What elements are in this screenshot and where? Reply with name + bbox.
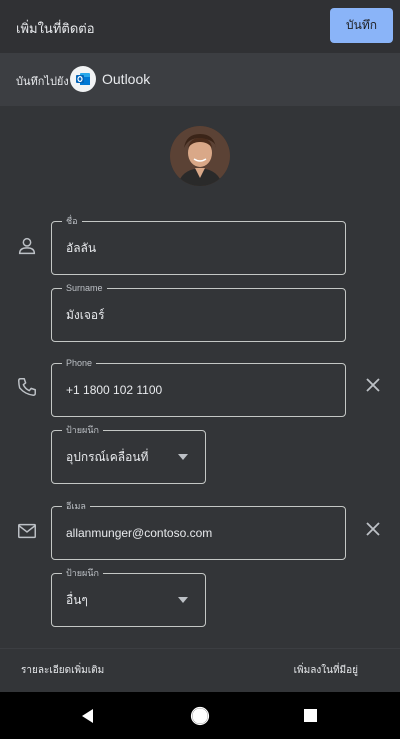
page-title: เพิ่มในที่ติดต่อ xyxy=(16,22,95,37)
email-icon xyxy=(16,520,38,546)
email-type-dropdown[interactable]: ป้ายผนึก อื่นๆ xyxy=(51,566,206,627)
email-value[interactable]: allanmunger@contoso.com xyxy=(66,507,212,559)
close-icon[interactable] xyxy=(362,374,384,396)
avatar[interactable] xyxy=(170,126,230,186)
first-name-value[interactable]: อัลลัน xyxy=(66,222,96,274)
phone-type-dropdown[interactable]: ป้ายผนึก อุปกรณ์เคลื่อนที่ xyxy=(51,423,206,484)
email-type-value: อื่นๆ xyxy=(66,592,88,607)
outlook-icon xyxy=(70,66,96,92)
phone-value[interactable]: +1 1800 102 1100 xyxy=(66,364,162,416)
system-nav-bar xyxy=(0,692,400,739)
first-name-field[interactable]: ชื่อ อัลลัน xyxy=(51,214,346,275)
chevron-down-icon xyxy=(178,597,188,603)
chevron-down-icon xyxy=(178,454,188,460)
home-icon[interactable] xyxy=(170,692,230,739)
phone-type-value: อุปกรณ์เคลื่อนที่ xyxy=(66,449,149,464)
save-to-label: บันทึกไปยัง xyxy=(16,75,69,88)
add-to-existing-button[interactable]: เพิ่มลงในที่มีอยู่ xyxy=(294,663,358,678)
recents-icon[interactable] xyxy=(280,692,340,739)
more-details-button[interactable]: รายละเอียดเพิ่มเติม xyxy=(21,663,104,678)
account-selector[interactable]: Outlook xyxy=(70,66,150,92)
close-icon[interactable] xyxy=(362,518,384,540)
email-field[interactable]: อีเมล allanmunger@contoso.com xyxy=(51,499,346,560)
phone-field[interactable]: Phone +1 1800 102 1100 xyxy=(51,356,346,417)
phone-icon xyxy=(16,376,38,402)
save-to-bar[interactable]: บันทึกไปยัง Outlook xyxy=(0,53,400,106)
account-name: Outlook xyxy=(102,71,151,87)
surname-value[interactable]: มังเจอร์ xyxy=(66,289,105,341)
footer-actions: รายละเอียดเพิ่มเติม เพิ่มลงในที่มีอยู่ xyxy=(0,648,400,691)
surname-field[interactable]: Surname มังเจอร์ xyxy=(51,281,346,342)
top-app-bar: เพิ่มในที่ติดต่อ บันทึก xyxy=(0,0,400,53)
save-button[interactable]: บันทึก xyxy=(330,8,393,43)
person-icon xyxy=(16,235,38,261)
back-icon[interactable] xyxy=(58,692,118,739)
